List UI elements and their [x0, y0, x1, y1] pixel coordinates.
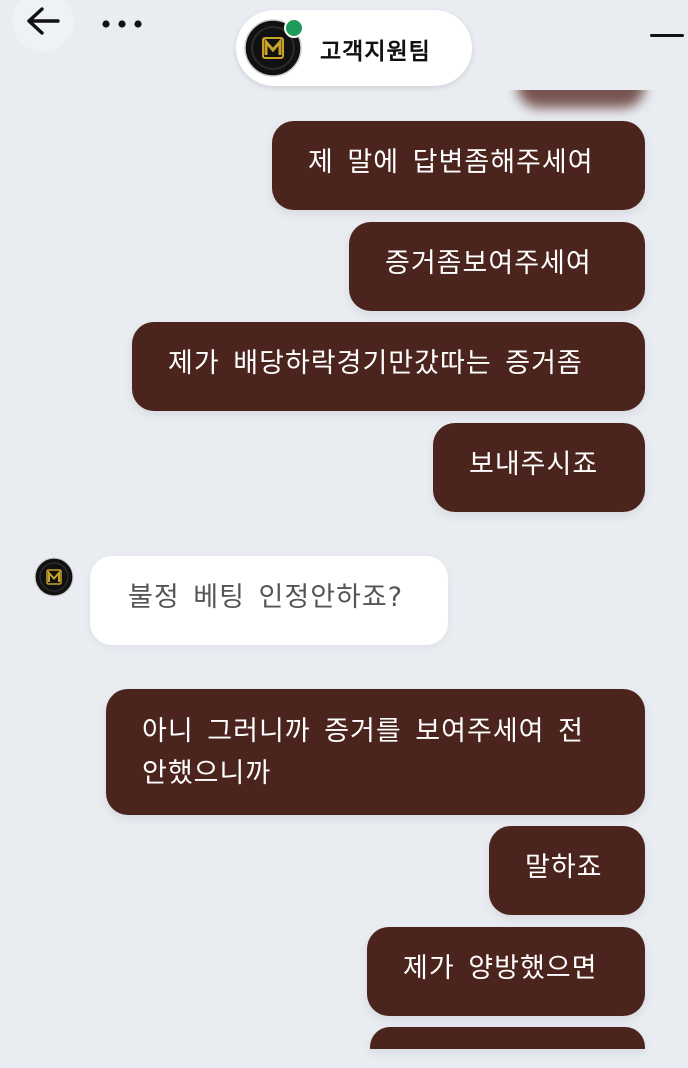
support-team-title-pill[interactable]: 고객지원팀	[236, 10, 472, 86]
minimize-button[interactable]	[646, 22, 686, 50]
message-text-line-2: 안했으니까	[142, 758, 272, 789]
back-button[interactable]	[12, 0, 74, 52]
message-text: 제가 배당하락경기만갔따는 증거좀	[168, 348, 583, 379]
message-text: 증거좀보여주세여	[385, 248, 592, 279]
minimize-icon	[650, 34, 684, 37]
chat-title: 고객지원팀	[320, 39, 431, 65]
message-text: 불정 베팅 인정안하죠?	[128, 582, 404, 613]
online-status-dot	[284, 18, 304, 38]
message-bubble-outgoing: 말하죠	[489, 826, 645, 915]
message-text: 말하죠	[525, 852, 603, 883]
message-bubble-outgoing: 제가 양방했으면	[367, 927, 645, 1016]
arrow-left-icon	[27, 7, 60, 35]
message-text: 제가 양방했으면	[403, 953, 598, 984]
message-bubble-outgoing: 제가 배당하락경기만갔따는 증거좀	[132, 322, 645, 411]
message-text-line-1: 아니 그러니까 증거를 보여주세여 전	[142, 716, 584, 747]
message-bubble-outgoing: 아니 그러니까 증거를 보여주세여 전 안했으니까	[106, 689, 645, 815]
message-bubble-outgoing: 제 말에 답변좀해주세여	[272, 121, 645, 210]
message-text: 제 말에 답변좀해주세여	[308, 147, 594, 178]
ellipsis-icon	[102, 20, 142, 28]
message-bubble-outgoing-partial	[370, 1027, 645, 1049]
agent-avatar	[34, 557, 74, 597]
message-text: 보내주시죠	[469, 449, 599, 480]
message-bubble-outgoing: 증거좀보여주세여	[349, 222, 645, 311]
message-bubble-outgoing: 보내주시죠	[433, 423, 645, 512]
more-options-button[interactable]	[98, 12, 146, 36]
chat-header: 고객지원팀	[0, 0, 688, 90]
message-bubble-incoming: 불정 베팅 인정안하죠?	[90, 556, 448, 645]
